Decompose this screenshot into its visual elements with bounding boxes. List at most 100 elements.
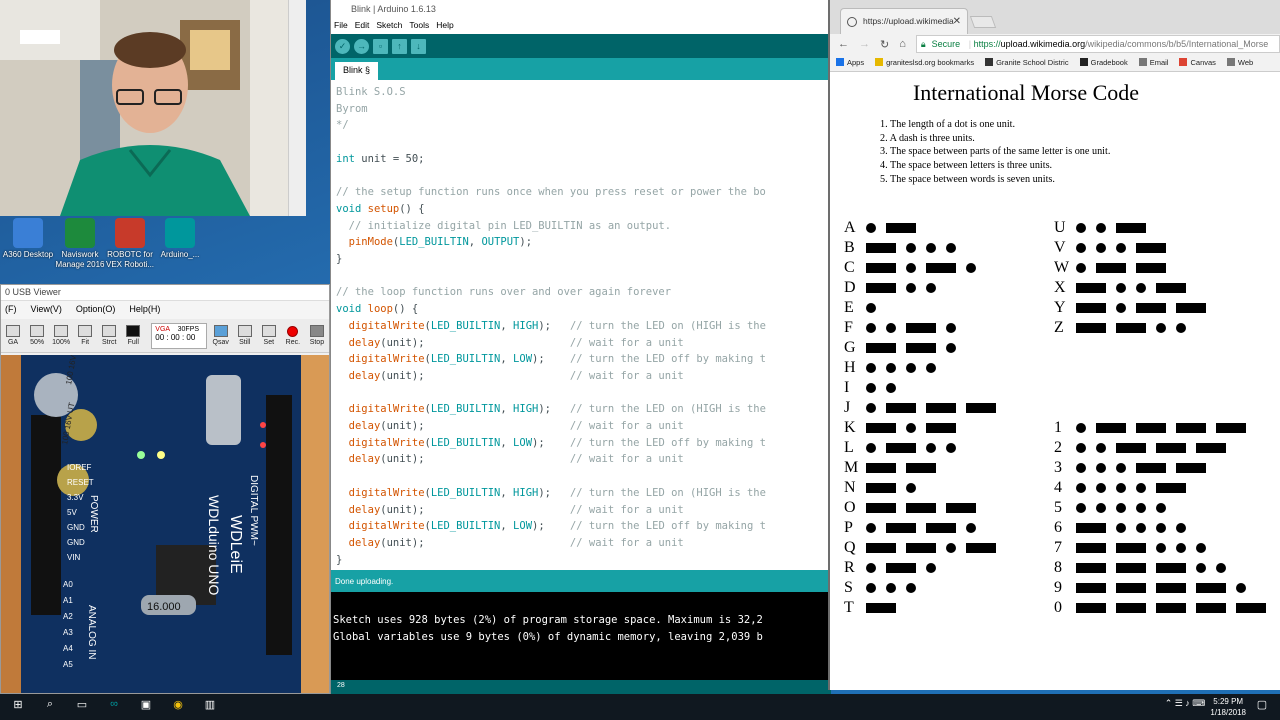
morse-dot — [1156, 503, 1166, 513]
quicksave-button[interactable]: Qsav — [211, 325, 231, 346]
bookmark-label: Gradebook — [1090, 58, 1128, 67]
usb-menu-help[interactable]: Help(H) — [129, 304, 160, 316]
ga-button[interactable]: GA — [3, 325, 23, 346]
windows-start-icon[interactable]: ⊞ — [8, 698, 28, 716]
usb-menu-file[interactable]: (F) — [5, 304, 17, 316]
back-icon[interactable]: ← — [838, 38, 849, 50]
chrome-toolbar: ← → ↻ ⌂ 🔒︎ Secure | https://upload.wikime… — [830, 34, 1280, 54]
tab-blink[interactable]: Blink § — [335, 62, 379, 80]
bookmark-item[interactable]: Canvas — [1179, 58, 1216, 67]
pin-label: RESET — [67, 478, 94, 487]
navisworks-icon — [65, 218, 95, 248]
bookmark-item[interactable]: Gradebook — [1079, 58, 1128, 67]
morse-dot — [1076, 263, 1086, 273]
desktop-icon[interactable]: ROBOTC for VEX Roboti... — [102, 218, 158, 270]
full-button[interactable]: Full — [123, 325, 143, 346]
usb-viewer-taskbar-icon[interactable]: ▣ — [136, 698, 156, 716]
open-icon[interactable]: ↑ — [392, 38, 407, 54]
chrome-taskbar-icon[interactable]: ◉ — [168, 698, 188, 716]
usb-menu-option[interactable]: Option(O) — [76, 304, 116, 316]
morse-dot — [946, 543, 956, 553]
home-icon[interactable]: ⌂ — [899, 38, 906, 50]
ide-menu-edit[interactable]: Edit — [355, 20, 370, 32]
stretch-button[interactable]: Strct — [99, 325, 119, 346]
morse-dash — [1136, 463, 1166, 473]
morse-row: 2 — [1054, 439, 1236, 456]
arduino-taskbar-icon[interactable]: ∞ — [104, 698, 124, 716]
desktop-icon[interactable]: A360 Desktop — [0, 218, 56, 260]
morse-dot — [1136, 483, 1146, 493]
still-button[interactable]: Still — [235, 325, 255, 346]
verify-icon[interactable]: ✓ — [335, 38, 350, 54]
bookmark-item[interactable]: Email — [1138, 58, 1168, 67]
code-editor[interactable]: Blink S.O.S Byrom */ int unit = 50; // the… — [331, 80, 831, 570]
bookmark-item[interactable]: Granite School Distric — [985, 58, 1069, 67]
morse-dash — [1076, 323, 1106, 333]
morse-dot — [906, 483, 916, 493]
zoom-100-button[interactable]: 100% — [51, 325, 71, 346]
ide-menu-bar: File Edit Sketch Tools Help — [331, 18, 830, 34]
morse-dash — [1176, 423, 1206, 433]
fps-label: 30FPS — [177, 325, 200, 333]
morse-character: 0 — [1054, 599, 1062, 616]
console-line: Sketch uses 928 bytes (2%) of program st… — [333, 614, 763, 626]
forward-icon[interactable]: → — [859, 38, 870, 50]
bookmark-label: Web — [1237, 58, 1254, 67]
reload-icon[interactable]: ↻ — [880, 38, 889, 51]
morse-dot — [866, 383, 876, 393]
zoom-50-button[interactable]: 50% — [27, 325, 47, 346]
code-line: digitalWrite(LED_BUILTIN, LOW); // turn … — [348, 436, 766, 449]
morse-dot — [906, 583, 916, 593]
desktop-icon[interactable]: Naviswork Manage 2016 — [52, 218, 108, 270]
power-label: POWER — [88, 495, 99, 533]
morse-character: 1 — [1054, 419, 1062, 436]
morse-character: Q — [844, 539, 856, 556]
close-icon[interactable]: ✕ — [953, 16, 961, 27]
save-icon[interactable]: ↓ — [411, 38, 426, 54]
bookmark-item[interactable]: Apps — [836, 58, 864, 67]
set-button[interactable]: Set — [259, 325, 279, 346]
morse-dash — [866, 543, 896, 553]
bookmark-label: graniteslsd.org bookmarks — [886, 58, 975, 67]
morse-dash — [1196, 603, 1226, 613]
code-line: // the loop function runs over and over … — [336, 286, 672, 299]
bookmark-item[interactable]: Web — [1226, 58, 1254, 67]
console-line: Global variables use 9 bytes (0%) of dyn… — [333, 630, 763, 643]
morse-dot — [1136, 523, 1146, 533]
address-bar[interactable]: 🔒︎ Secure | https://upload.wikimedia.org/… — [915, 35, 1280, 53]
ide-menu-file[interactable]: File — [334, 20, 348, 32]
search-icon[interactable]: ⌕ — [40, 698, 60, 716]
fit-button[interactable]: Fit — [75, 325, 95, 346]
clock[interactable]: 5:29 PM 1/18/2018 — [1210, 696, 1246, 718]
analog-pin-label: A0 — [63, 580, 73, 589]
usb-menu-view[interactable]: View(V) — [31, 304, 62, 316]
lock-icon: 🔒︎ — [920, 39, 926, 49]
code-line: digitalWrite(LED_BUILTIN, HIGH); // turn… — [348, 486, 766, 499]
new-icon[interactable]: ▫ — [373, 38, 388, 54]
record-button[interactable]: Rec. — [283, 325, 303, 346]
stop-button[interactable]: Stop — [307, 325, 327, 346]
system-tray-icons[interactable]: ⌃ ☰ ♪ ⌨ — [1155, 698, 1215, 716]
task-view-icon[interactable]: ▭ — [72, 698, 92, 716]
morse-dot — [1136, 283, 1146, 293]
app-taskbar-icon[interactable]: ▥ — [200, 698, 220, 716]
morse-character: 5 — [1054, 499, 1062, 516]
morse-character: 9 — [1054, 579, 1062, 596]
bookmark-item[interactable]: graniteslsd.org bookmarks — [875, 58, 974, 67]
format-label: VGA — [155, 325, 170, 333]
morse-dash — [1136, 243, 1166, 253]
ide-menu-sketch[interactable]: Sketch — [376, 20, 402, 32]
rule-item: 3. The space between parts of the same l… — [880, 146, 1111, 158]
notifications-icon[interactable]: ▢ — [1252, 698, 1272, 716]
chrome-tab[interactable]: https://upload.wikimedia ✕ — [840, 8, 968, 34]
desktop-icon[interactable]: Arduino_... — [152, 218, 208, 260]
new-tab-button[interactable] — [969, 16, 997, 28]
ide-menu-help[interactable]: Help — [436, 20, 453, 32]
upload-icon[interactable]: → — [354, 38, 369, 54]
ide-menu-tools[interactable]: Tools — [409, 20, 429, 32]
pin-label: 3.3V — [67, 493, 84, 502]
morse-character: L — [844, 439, 854, 456]
morse-row: B — [844, 239, 966, 256]
